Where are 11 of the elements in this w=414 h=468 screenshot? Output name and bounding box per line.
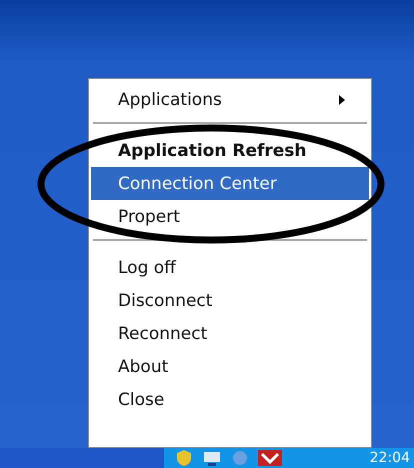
app-icon[interactable] [258, 448, 282, 468]
menu-item[interactable]: Applications [91, 83, 369, 116]
menu-item[interactable]: Reconnect [91, 317, 369, 350]
menu-item[interactable]: Connection Center [91, 167, 369, 200]
menu-item[interactable]: Close [91, 383, 369, 416]
menu-item[interactable]: Log off [91, 251, 369, 284]
menu-item[interactable]: About [91, 350, 369, 383]
menu-item[interactable]: Propert [91, 200, 369, 233]
menu-item[interactable]: Disconnect [91, 284, 369, 317]
clock: 22:04 [370, 450, 411, 466]
menu-item[interactable]: Application Refresh [91, 134, 369, 167]
